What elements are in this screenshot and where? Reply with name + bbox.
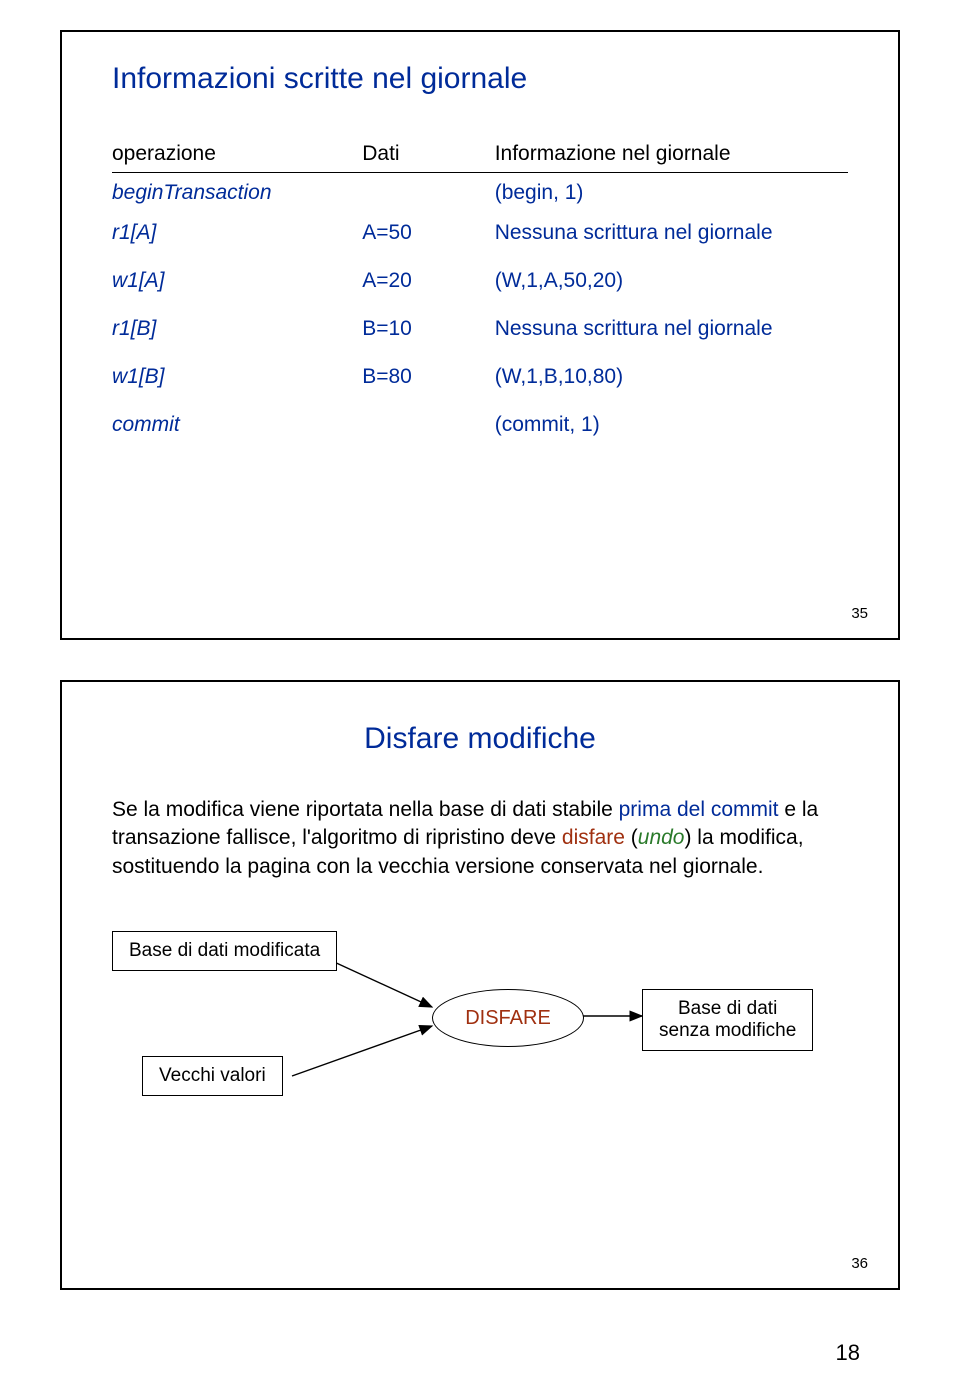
slide-2: Disfare modifiche Se la modifica viene r… bbox=[60, 680, 900, 1290]
text-blue: prima del commit bbox=[619, 798, 785, 821]
text-green: undo bbox=[638, 826, 685, 849]
text-mid2: ( bbox=[631, 826, 638, 849]
slide1-number: 35 bbox=[851, 605, 868, 622]
cell-op: commit bbox=[112, 397, 362, 445]
box-modificata: Base di dati modificata bbox=[112, 931, 337, 971]
cell-dati: A=50 bbox=[362, 213, 494, 253]
table-row: w1[B] B=80 (W,1,B,10,80) bbox=[112, 349, 848, 397]
cell-dati: B=10 bbox=[362, 301, 494, 349]
cell-info: Nessuna scrittura nel giornale bbox=[495, 301, 848, 349]
cell-op: r1[B] bbox=[112, 301, 362, 349]
cell-dati: A=20 bbox=[362, 253, 494, 301]
cell-op: r1[A] bbox=[112, 213, 362, 253]
slide2-title: Disfare modifiche bbox=[112, 722, 848, 756]
cell-info: (begin, 1) bbox=[495, 173, 848, 214]
th-op: operazione bbox=[112, 136, 362, 173]
slide2-number: 36 bbox=[851, 1255, 868, 1272]
table-row: r1[A] A=50 Nessuna scrittura nel giornal… bbox=[112, 213, 848, 253]
cell-info: (commit, 1) bbox=[495, 397, 848, 445]
cell-info: (W,1,A,50,20) bbox=[495, 253, 848, 301]
oval-disfare: DISFARE bbox=[432, 989, 584, 1047]
info-table: operazione Dati Informazione nel giornal… bbox=[112, 136, 848, 445]
diagram: Base di dati modificata Vecchi valori DI… bbox=[112, 921, 848, 1151]
cell-op: w1[A] bbox=[112, 253, 362, 301]
cell-dati bbox=[362, 397, 494, 445]
cell-op: w1[B] bbox=[112, 349, 362, 397]
cell-dati: B=80 bbox=[362, 349, 494, 397]
page-number: 18 bbox=[60, 1330, 900, 1366]
cell-dati bbox=[362, 173, 494, 214]
box-senza-line1: Base di dati bbox=[678, 998, 777, 1019]
table-row: r1[B] B=10 Nessuna scrittura nel giornal… bbox=[112, 301, 848, 349]
slide1-title: Informazioni scritte nel giornale bbox=[112, 62, 848, 96]
cell-info: Nessuna scrittura nel giornale bbox=[495, 213, 848, 253]
table-header-row: operazione Dati Informazione nel giornal… bbox=[112, 136, 848, 173]
box-senza: Base di dati senza modifiche bbox=[642, 989, 813, 1051]
text-red: disfare bbox=[562, 826, 631, 849]
cell-op: beginTransaction bbox=[112, 173, 362, 214]
slide-1: Informazioni scritte nel giornale operaz… bbox=[60, 30, 900, 640]
table-row: commit (commit, 1) bbox=[112, 397, 848, 445]
table-row: w1[A] A=20 (W,1,A,50,20) bbox=[112, 253, 848, 301]
text-pre: Se la modifica viene riportata nella bas… bbox=[112, 798, 619, 821]
box-vecchi: Vecchi valori bbox=[142, 1056, 283, 1096]
table-row: beginTransaction (begin, 1) bbox=[112, 173, 848, 214]
box-senza-line2: senza modifiche bbox=[659, 1020, 796, 1041]
page: Informazioni scritte nel giornale operaz… bbox=[0, 0, 960, 1376]
slide2-paragraph: Se la modifica viene riportata nella bas… bbox=[112, 796, 848, 881]
th-dati: Dati bbox=[362, 136, 494, 173]
cell-info: (W,1,B,10,80) bbox=[495, 349, 848, 397]
th-info: Informazione nel giornale bbox=[495, 136, 848, 173]
